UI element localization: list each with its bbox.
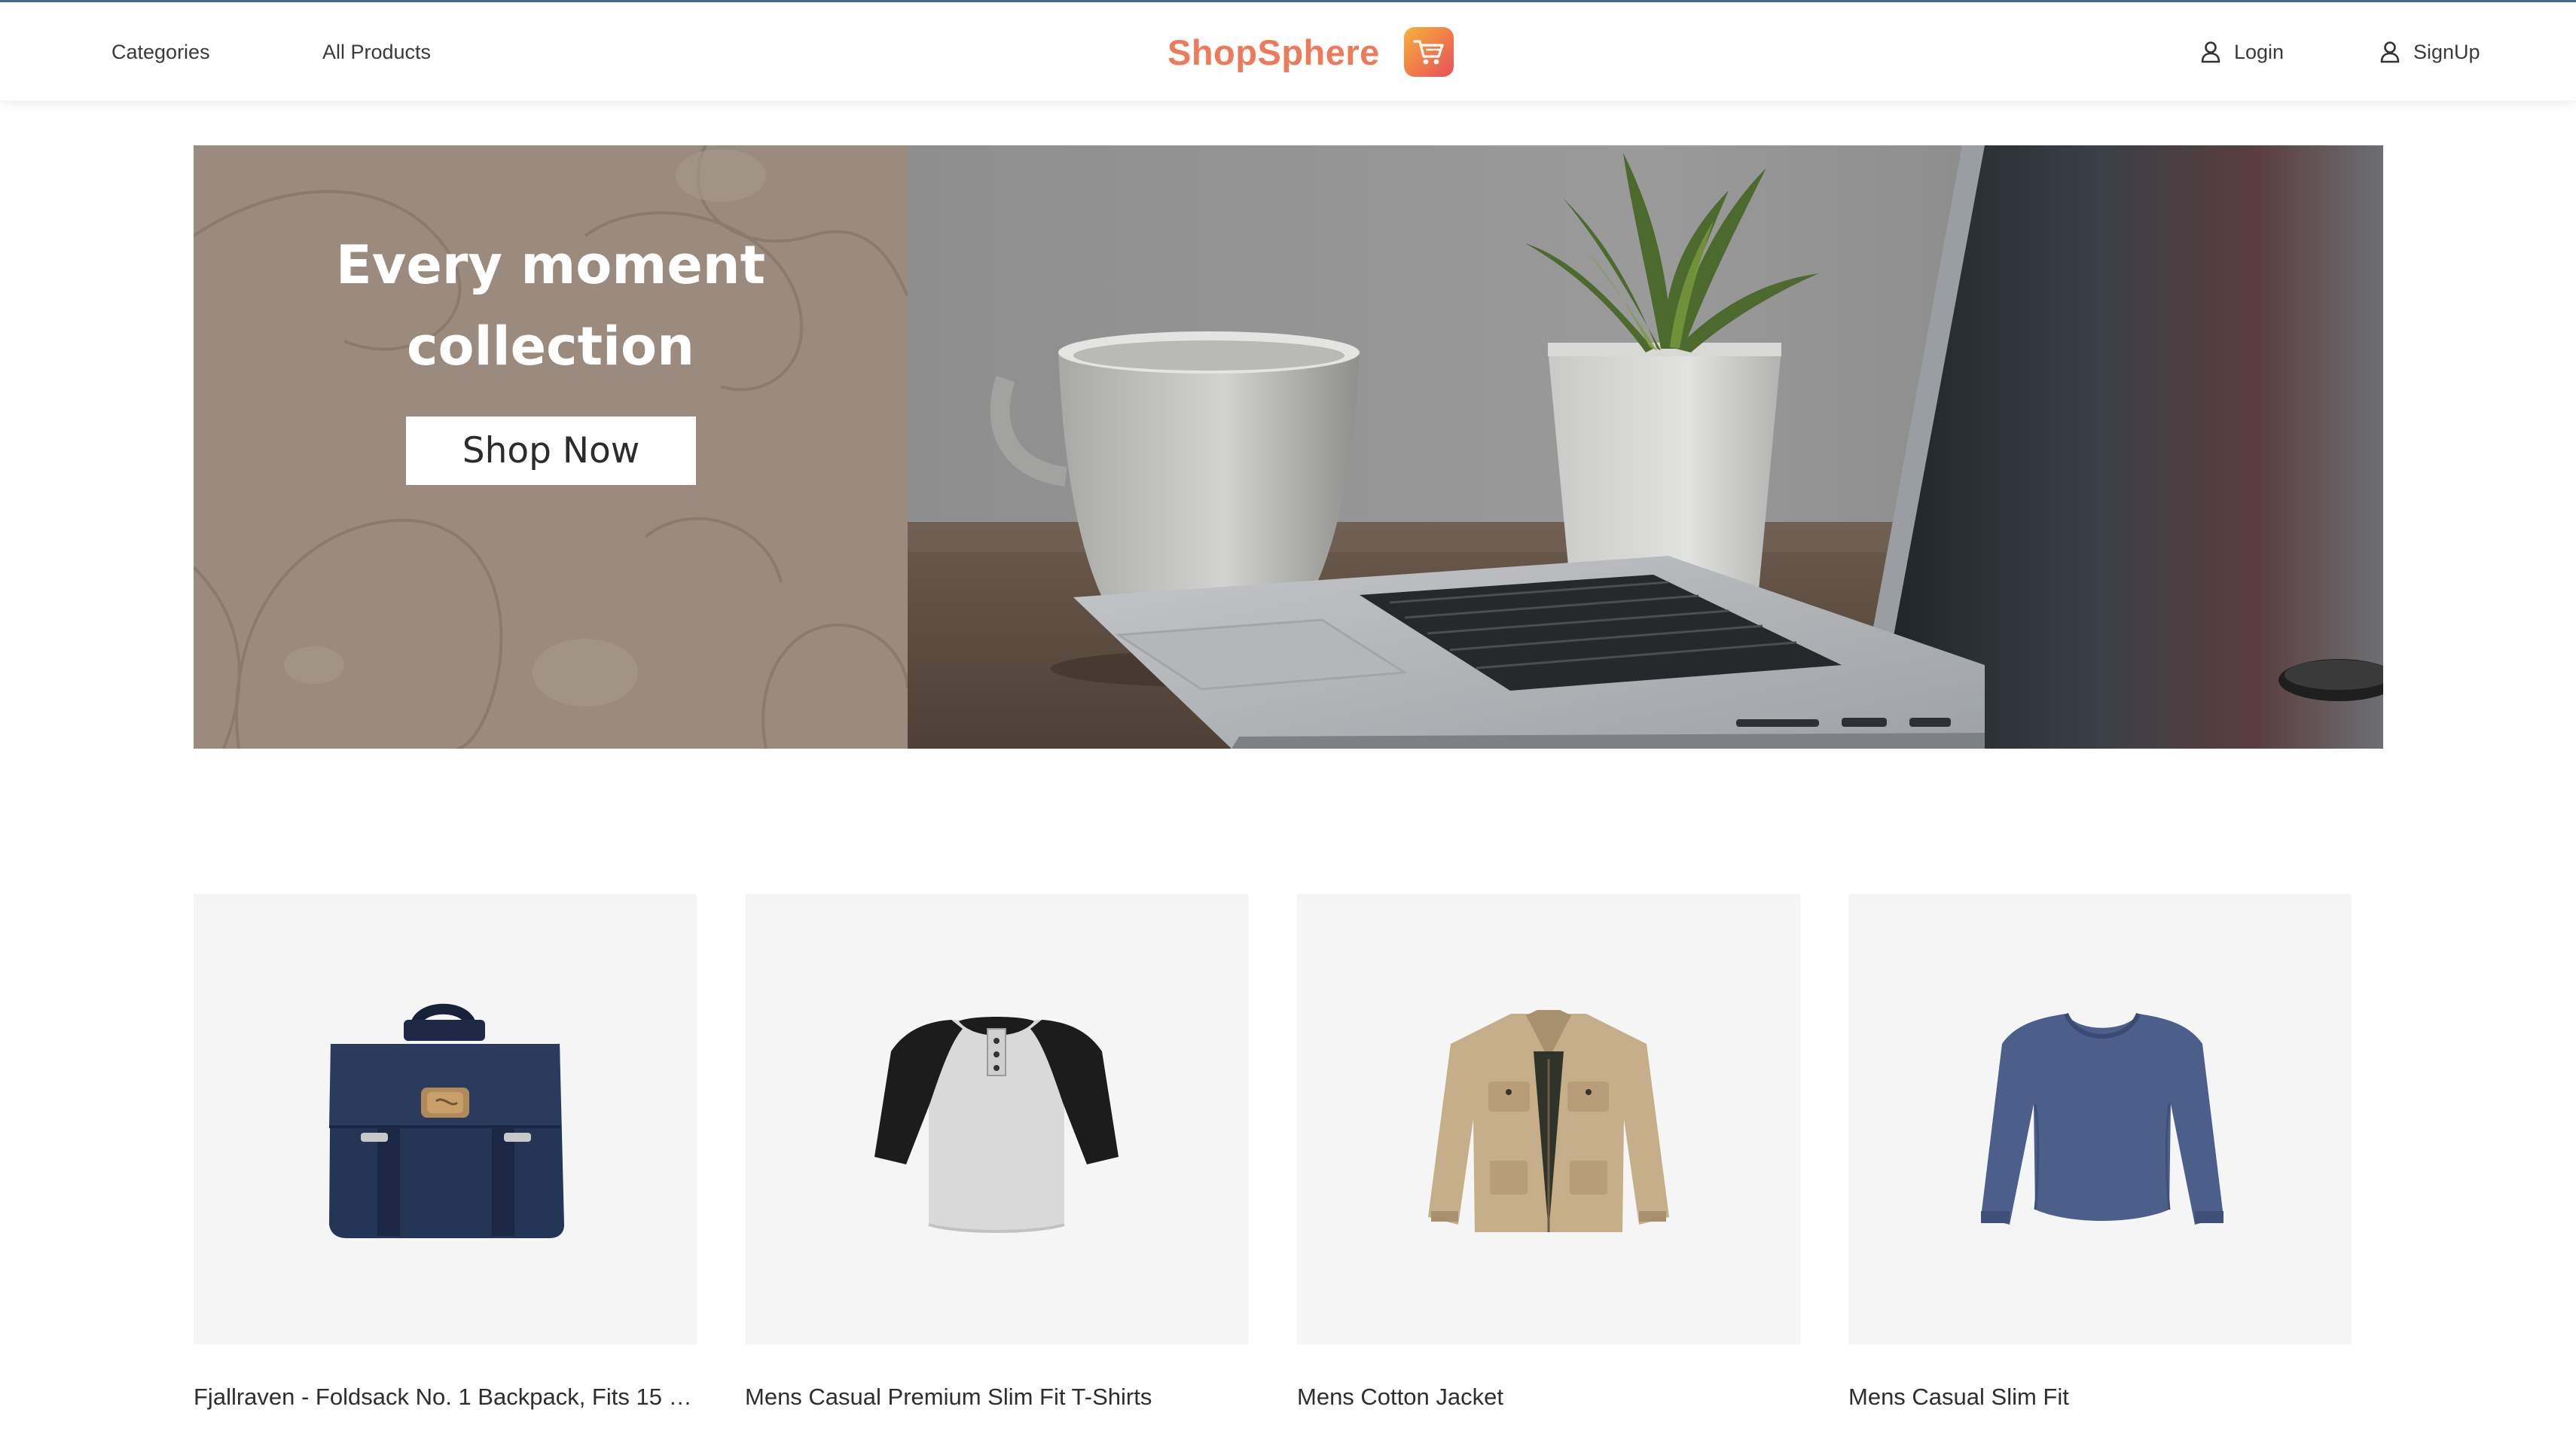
product-title[interactable]: Mens Casual Slim Fit (1848, 1384, 2352, 1411)
nav-all-products[interactable]: All Products (322, 2, 431, 102)
site-header: Categories All Products ShopSphere Login… (0, 2, 2576, 102)
product-title[interactable]: Fjallraven - Foldsack No. 1 Backpack, Fi… (194, 1384, 697, 1411)
user-icon (2201, 41, 2220, 63)
brand-name: ShopSphere (1167, 32, 1380, 72)
signup-link[interactable]: SignUp (2380, 2, 2480, 102)
login-label: Login (2234, 40, 2285, 63)
product-image-longsleeve (1848, 894, 2352, 1344)
login-link[interactable]: Login (2201, 2, 2284, 102)
product-image-tshirt (745, 894, 1248, 1344)
shop-now-button[interactable]: Shop Now (406, 416, 696, 485)
product-grid: Fjallraven - Foldsack No. 1 Backpack, Fi… (194, 894, 2383, 1431)
product-card[interactable]: Fjallraven - Foldsack No. 1 Backpack, Fi… (194, 894, 697, 1431)
product-card[interactable]: Mens Casual Premium Slim Fit T-Shirts (745, 894, 1248, 1431)
hero-laptop-photo (908, 145, 2383, 749)
signup-label: SignUp (2413, 40, 2480, 63)
product-title[interactable]: Mens Casual Premium Slim Fit T-Shirts (745, 1384, 1248, 1411)
shopping-cart-icon (1403, 27, 1454, 77)
hero-banner: Every moment collection Shop Now (194, 145, 2383, 749)
user-icon (2380, 41, 2400, 63)
hero-text-panel: Every moment collection Shop Now (194, 145, 908, 749)
product-image-jacket (1297, 894, 1800, 1344)
hero-title: Every moment collection (335, 234, 766, 377)
product-image-backpack (194, 894, 697, 1344)
product-card[interactable]: Mens Casual Slim Fit (1848, 894, 2352, 1431)
nav-categories[interactable]: Categories (111, 2, 210, 102)
product-title[interactable]: Mens Cotton Jacket (1297, 1384, 1800, 1411)
brand-logo-link[interactable]: ShopSphere (1167, 23, 1454, 81)
product-card[interactable]: Mens Cotton Jacket (1297, 894, 1800, 1431)
